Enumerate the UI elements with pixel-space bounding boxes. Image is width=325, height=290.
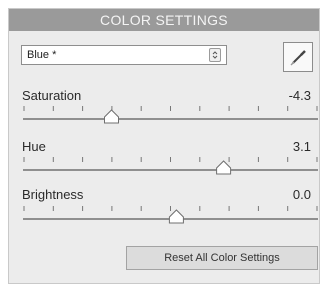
brightness-label: Brightness	[22, 187, 84, 202]
slider-thumb[interactable]	[168, 209, 184, 224]
eyedropper-button[interactable]	[283, 42, 313, 72]
brightness-slider[interactable]	[23, 204, 318, 224]
brightness-value: 0.0	[292, 187, 311, 202]
slider-track	[23, 118, 318, 120]
saturation-slider[interactable]	[23, 104, 318, 124]
color-select-value: Blue *	[27, 49, 57, 61]
hue-slider[interactable]	[23, 155, 318, 175]
hue-label: Hue	[22, 139, 46, 154]
saturation-label: Saturation	[22, 88, 82, 103]
slider-thumb[interactable]	[216, 160, 232, 175]
panel-title: COLOR SETTINGS	[9, 9, 319, 31]
reset-all-color-settings-button[interactable]: Reset All Color Settings	[126, 246, 318, 270]
up-down-arrows-icon	[209, 48, 221, 62]
slider-thumb[interactable]	[104, 109, 119, 124]
hue-value: 3.1	[292, 139, 311, 154]
saturation-value: -4.3	[288, 88, 311, 103]
color-select[interactable]: Blue *	[21, 45, 227, 65]
color-settings-panel: COLOR SETTINGS Blue * Saturation -4.3 Hu…	[8, 8, 320, 284]
slider-track	[23, 169, 318, 171]
